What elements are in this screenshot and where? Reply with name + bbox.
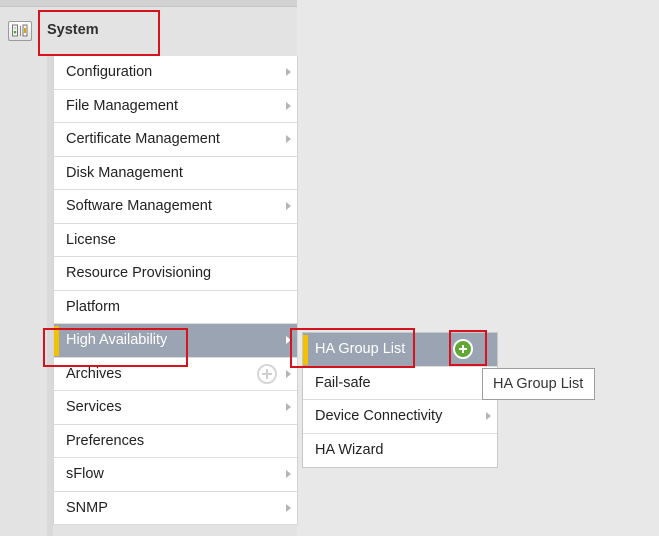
menu-item-label: File Management [66, 97, 179, 114]
menu-item-certificate-management[interactable]: Certificate Management [54, 123, 297, 157]
submenu-item-label: HA Group List [315, 341, 406, 358]
chevron-right-icon [286, 101, 291, 110]
high-availability-submenu: HA Group List Fail-safe Device Connectiv… [302, 332, 498, 468]
submenu-item-ha-group-list[interactable]: HA Group List [303, 333, 497, 367]
menu-item-label: Disk Management [66, 164, 183, 181]
menu-item-label: Resource Provisioning [66, 265, 212, 282]
menu-item-software-management[interactable]: Software Management [54, 190, 297, 224]
system-section-title[interactable]: System [47, 22, 99, 38]
submenu-item-fail-safe[interactable]: Fail-safe [303, 366, 497, 400]
menu-item-license[interactable]: License [54, 223, 297, 257]
menu-item-label: Certificate Management [66, 131, 220, 148]
chevron-right-icon [286, 135, 291, 144]
system-settings-icon[interactable] [8, 21, 32, 41]
menu-item-sflow[interactable]: sFlow [54, 458, 297, 492]
menu-item-snmp[interactable]: SNMP [54, 491, 297, 525]
tooltip: HA Group List [482, 368, 595, 400]
menu-item-disk-management[interactable]: Disk Management [54, 156, 297, 190]
submenu-item-ha-wizard[interactable]: HA Wizard [303, 433, 497, 467]
chevron-right-icon [286, 336, 291, 345]
menu-item-label: Archives [66, 365, 122, 382]
active-marker [303, 335, 308, 365]
menu-item-label: Configuration [66, 64, 153, 81]
tooltip-text: HA Group List [493, 376, 584, 392]
menu-item-label: sFlow [66, 466, 104, 483]
menu-item-configuration[interactable]: Configuration [54, 56, 297, 90]
menu-item-label: Software Management [66, 198, 212, 215]
top-divider [0, 0, 297, 7]
menu-item-services[interactable]: Services [54, 391, 297, 425]
chevron-right-icon [286, 202, 291, 211]
submenu-item-label: Device Connectivity [315, 408, 443, 425]
menu-item-resource-provisioning[interactable]: Resource Provisioning [54, 257, 297, 291]
menu-item-archives[interactable]: Archives [54, 357, 297, 391]
menu-item-high-availability[interactable]: High Availability [54, 324, 297, 358]
chevron-right-icon [286, 68, 291, 77]
menu-item-label: Services [66, 399, 122, 416]
submenu-item-label: HA Wizard [315, 442, 384, 459]
menu-item-label: SNMP [66, 499, 108, 516]
menu-item-file-management[interactable]: File Management [54, 89, 297, 123]
menu-item-platform[interactable]: Platform [54, 290, 297, 324]
menu-item-label: Preferences [66, 432, 145, 449]
add-icon[interactable] [257, 363, 277, 384]
menu-item-label: License [66, 231, 116, 248]
chevron-right-icon [286, 470, 291, 479]
submenu-item-label: Fail-safe [315, 374, 371, 391]
active-marker [54, 326, 59, 356]
menu-item-label: Platform [66, 298, 120, 315]
submenu-item-device-connectivity[interactable]: Device Connectivity [303, 400, 497, 434]
system-menu: Configuration File Management Certificat… [53, 56, 298, 525]
menu-item-preferences[interactable]: Preferences [54, 424, 297, 458]
add-icon[interactable] [453, 339, 473, 360]
chevron-right-icon [286, 403, 291, 412]
chevron-right-icon [486, 412, 491, 421]
menu-item-label: High Availability [66, 332, 168, 349]
chevron-right-icon [286, 503, 291, 512]
chevron-right-icon [286, 369, 291, 378]
